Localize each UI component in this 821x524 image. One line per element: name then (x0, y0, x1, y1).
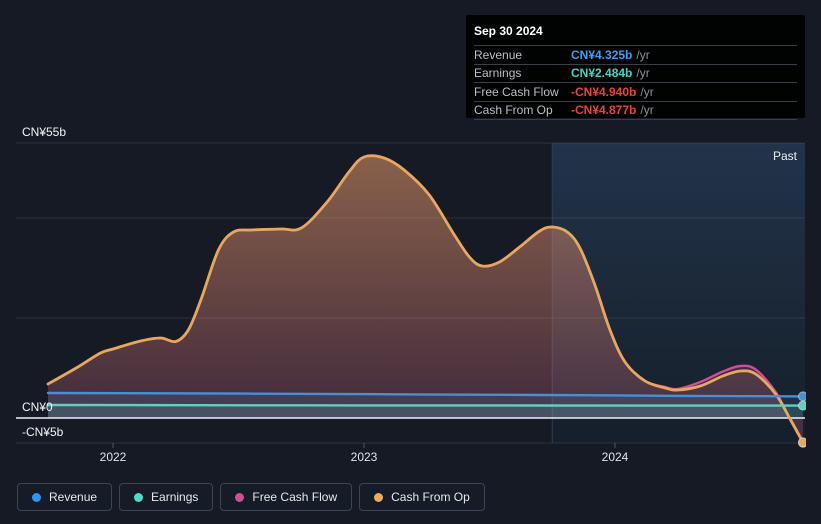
y-axis-label: CN¥0 (22, 400, 53, 414)
legend-label: Free Cash Flow (252, 490, 338, 504)
tooltip-unit: /yr (640, 84, 654, 99)
chart-legend: Revenue Earnings Free Cash Flow Cash Fro… (17, 483, 485, 511)
x-axis-label: 2022 (100, 450, 127, 464)
free-cash-flow-dot-icon (235, 492, 245, 502)
tooltip-unit: /yr (640, 103, 654, 118)
legend-toggle-revenue[interactable]: Revenue (17, 483, 113, 511)
tooltip-label: Free Cash Flow (474, 84, 559, 99)
y-axis-label: CN¥55b (22, 125, 66, 139)
legend-toggle-cash-from-op[interactable]: Cash From Op (359, 483, 485, 511)
earnings-line (46, 403, 805, 407)
legend-label: Revenue (49, 490, 98, 504)
cash-from-op-dot-icon (374, 492, 384, 502)
tooltip-value: -CN¥4.940b (571, 84, 637, 99)
earnings-end-dot[interactable] (798, 400, 807, 411)
tooltip-label: Revenue (474, 47, 523, 62)
tooltip-unit: /yr (636, 47, 650, 62)
tooltip-unit: /yr (636, 66, 650, 81)
tooltip-label: Earnings (474, 66, 522, 81)
earnings-dot-icon (134, 492, 144, 502)
chart-tooltip: Sep 30 2024 Revenue CN¥4.325b /yr Earnin… (466, 15, 805, 120)
tooltip-row-free-cash-flow: Free Cash Flow -CN¥4.940b /yr (474, 82, 797, 101)
earnings-revenue-history-panel: CN¥55b CN¥0 -CN¥5b 2022 2023 2024 Past Sep 30 … (0, 0, 821, 524)
tooltip-label: Cash From Op (474, 103, 553, 118)
past-label: Past (773, 149, 798, 163)
y-axis-label: -CN¥5b (22, 425, 64, 439)
tooltip-row-cash-from-op: Cash From Op -CN¥4.877b /yr (474, 100, 797, 120)
cash-from-op-end-dot[interactable] (798, 437, 807, 448)
tooltip-date: Sep 30 2024 (474, 24, 543, 38)
x-axis-label: 2024 (602, 450, 629, 464)
legend-toggle-free-cash-flow[interactable]: Free Cash Flow (220, 483, 353, 511)
x-axis-label: 2023 (351, 450, 378, 464)
legend-label: Earnings (151, 490, 199, 504)
revenue-dot-icon (32, 492, 41, 502)
legend-toggle-earnings[interactable]: Earnings (119, 483, 214, 511)
revenue-end-dot[interactable] (798, 391, 807, 402)
tooltip-value: -CN¥4.877b (571, 103, 637, 118)
tooltip-value: CN¥2.484b (571, 66, 633, 81)
tooltip-row-earnings: Earnings CN¥2.484b /yr (474, 63, 797, 83)
tooltip-value: CN¥4.325b (571, 47, 633, 62)
earnings-area (48, 405, 803, 418)
tooltip-row-revenue: Revenue CN¥4.325b /yr (474, 45, 797, 64)
legend-label: Cash From Op (391, 490, 470, 504)
